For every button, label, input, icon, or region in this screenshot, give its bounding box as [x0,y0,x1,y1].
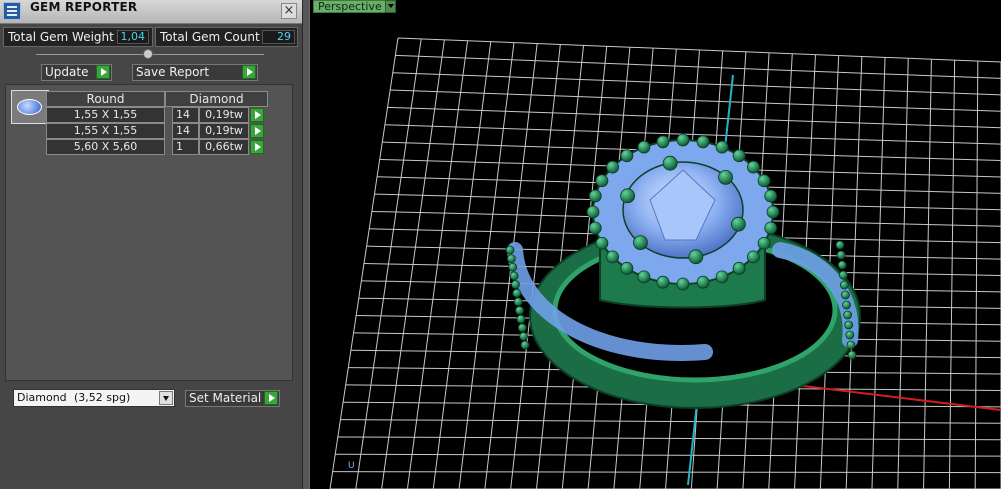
gem-count-cell: 14 [172,107,199,123]
material-dropdown[interactable]: Diamond (3,52 spg) [13,389,175,407]
material-column-header: Diamond [165,91,268,107]
gem-size-cell: 1,55 X 1,55 [46,107,165,123]
gem-count-cell: 1 [172,139,199,155]
set-material-button-label: Set Material [189,391,262,405]
panel-splitter[interactable] [302,0,310,489]
material-density: (3,52 spg) [74,391,131,404]
update-button[interactable]: Update [41,64,112,81]
shape-column-header: Round [46,91,165,107]
view-mode-label[interactable]: Perspective [313,0,387,13]
total-gem-weight-box: Total Gem Weight 1,04 [3,27,153,47]
view-mode-chevron-icon[interactable] [385,0,396,13]
row-select-play-icon[interactable] [250,124,264,138]
gem-reporter-app-icon [3,2,21,20]
row-select-play-icon[interactable] [250,140,264,154]
gem-count-cell: 14 [172,123,199,139]
close-icon[interactable]: × [281,3,297,19]
panel-title: GEM REPORTER [30,0,138,14]
total-gem-weight-value: 1,04 [117,30,149,44]
panel-slider-thumb[interactable] [143,49,153,59]
save-report-button-label: Save Report [136,65,210,79]
gem-reporter-panel: GEM REPORTER × Total Gem Weight 1,04 Tot… [0,0,302,489]
total-gem-count-value: 29 [262,30,295,44]
row-select-play-icon[interactable] [250,108,264,122]
3d-viewport[interactable]: Perspective U [310,0,1001,489]
gem-size-cell: 1,55 X 1,55 [46,123,165,139]
gem-weight-cell: 0,19tw [199,107,249,123]
play-arrow-icon [242,65,256,79]
gem-weight-cell: 0,19tw [199,123,249,139]
material-name: Diamond [17,391,67,404]
axis-orientation-icon: U [348,461,355,471]
update-button-label: Update [45,65,89,79]
total-gem-weight-label: Total Gem Weight [8,30,114,44]
total-gem-count-label: Total Gem Count [160,30,260,44]
set-material-button[interactable]: Set Material [185,390,280,407]
play-arrow-icon [264,391,278,405]
save-report-button[interactable]: Save Report [132,64,258,81]
play-arrow-icon [96,65,110,79]
ring-model [507,139,861,409]
panel-titlebar: GEM REPORTER × [0,0,302,24]
perspective-scene [329,37,1001,489]
gem-weight-cell: 0,66tw [199,139,249,155]
total-gem-count-box: Total Gem Count 29 [155,27,298,47]
gem-list-area: Round Diamond 1,55 X 1,55 14 0,19tw 1,55… [5,84,293,381]
chevron-down-icon[interactable] [159,391,173,405]
gem-size-cell: 5,60 X 5,60 [46,139,165,155]
round-gem-shape-icon[interactable] [11,90,49,124]
